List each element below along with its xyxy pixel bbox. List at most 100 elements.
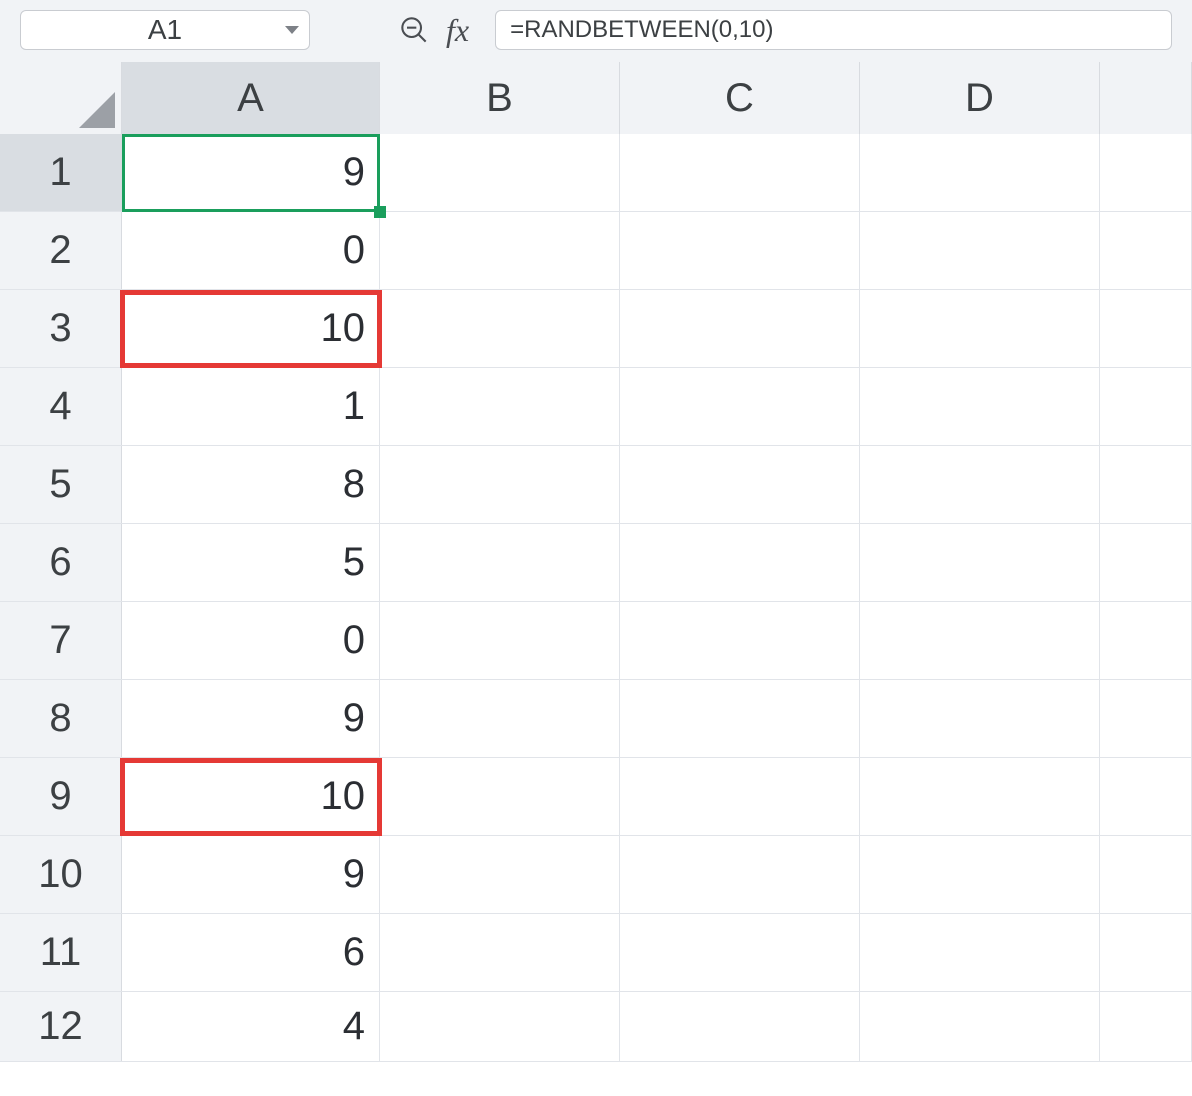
row-header-7[interactable]: 7 xyxy=(0,602,122,679)
cell-E9[interactable] xyxy=(1100,758,1192,835)
cell-D7[interactable] xyxy=(860,602,1100,679)
row-header-3[interactable]: 3 xyxy=(0,290,122,367)
name-box-value: A1 xyxy=(148,14,182,46)
cell-E4[interactable] xyxy=(1100,368,1192,445)
cell-B3[interactable] xyxy=(380,290,620,367)
row-header-5[interactable]: 5 xyxy=(0,446,122,523)
cell-C1[interactable] xyxy=(620,134,860,211)
cell-D3[interactable] xyxy=(860,290,1100,367)
cell-E2[interactable] xyxy=(1100,212,1192,289)
row-9: 9 10 xyxy=(0,758,1192,836)
cell-D8[interactable] xyxy=(860,680,1100,757)
column-headers: A B C D xyxy=(0,62,1192,134)
formula-bar-icons: fx xyxy=(400,14,469,46)
cell-B8[interactable] xyxy=(380,680,620,757)
row-header-10[interactable]: 10 xyxy=(0,836,122,913)
cell-D1[interactable] xyxy=(860,134,1100,211)
cell-A2[interactable]: 0 xyxy=(122,212,380,289)
cell-A11[interactable]: 6 xyxy=(122,914,380,991)
cell-E10[interactable] xyxy=(1100,836,1192,913)
row-header-6[interactable]: 6 xyxy=(0,524,122,601)
cell-D11[interactable] xyxy=(860,914,1100,991)
row-2: 2 0 xyxy=(0,212,1192,290)
cell-B11[interactable] xyxy=(380,914,620,991)
chevron-down-icon[interactable] xyxy=(285,26,299,34)
fx-icon[interactable]: fx xyxy=(446,14,469,46)
cell-E3[interactable] xyxy=(1100,290,1192,367)
cell-C12[interactable] xyxy=(620,992,860,1061)
row-header-12[interactable]: 12 xyxy=(0,992,122,1061)
cell-B4[interactable] xyxy=(380,368,620,445)
column-header-B[interactable]: B xyxy=(380,62,620,134)
cell-B12[interactable] xyxy=(380,992,620,1061)
zoom-out-icon[interactable] xyxy=(400,16,428,44)
cell-A5[interactable]: 8 xyxy=(122,446,380,523)
formula-bar: A1 fx =RANDBETWEEN(0,10) xyxy=(0,0,1192,62)
cell-D6[interactable] xyxy=(860,524,1100,601)
row-header-2[interactable]: 2 xyxy=(0,212,122,289)
cell-A7[interactable]: 0 xyxy=(122,602,380,679)
cell-A10[interactable]: 9 xyxy=(122,836,380,913)
cell-E1[interactable] xyxy=(1100,134,1192,211)
cell-D4[interactable] xyxy=(860,368,1100,445)
cell-E6[interactable] xyxy=(1100,524,1192,601)
column-header-E[interactable] xyxy=(1100,62,1192,134)
cell-A6[interactable]: 5 xyxy=(122,524,380,601)
cell-E11[interactable] xyxy=(1100,914,1192,991)
cell-B1[interactable] xyxy=(380,134,620,211)
row-header-11[interactable]: 11 xyxy=(0,914,122,991)
cell-A8[interactable]: 9 xyxy=(122,680,380,757)
row-5: 5 8 xyxy=(0,446,1192,524)
cell-C11[interactable] xyxy=(620,914,860,991)
cell-C9[interactable] xyxy=(620,758,860,835)
row-header-9[interactable]: 9 xyxy=(0,758,122,835)
formula-text: =RANDBETWEEN(0,10) xyxy=(510,16,773,44)
row-4: 4 1 xyxy=(0,368,1192,446)
row-7: 7 0 xyxy=(0,602,1192,680)
cell-E5[interactable] xyxy=(1100,446,1192,523)
cell-B10[interactable] xyxy=(380,836,620,913)
cell-B2[interactable] xyxy=(380,212,620,289)
cell-C6[interactable] xyxy=(620,524,860,601)
cell-E7[interactable] xyxy=(1100,602,1192,679)
cell-C2[interactable] xyxy=(620,212,860,289)
cell-D9[interactable] xyxy=(860,758,1100,835)
name-box[interactable]: A1 xyxy=(20,10,310,50)
cell-C4[interactable] xyxy=(620,368,860,445)
row-header-4[interactable]: 4 xyxy=(0,368,122,445)
column-header-C[interactable]: C xyxy=(620,62,860,134)
cell-B5[interactable] xyxy=(380,446,620,523)
row-header-1[interactable]: 1 xyxy=(0,134,122,211)
cell-B9[interactable] xyxy=(380,758,620,835)
row-12: 12 4 xyxy=(0,992,1192,1062)
cell-B7[interactable] xyxy=(380,602,620,679)
cell-A3[interactable]: 10 xyxy=(122,290,380,367)
cell-E12[interactable] xyxy=(1100,992,1192,1061)
row-6: 6 5 xyxy=(0,524,1192,602)
cell-E8[interactable] xyxy=(1100,680,1192,757)
cell-C8[interactable] xyxy=(620,680,860,757)
row-3: 3 10 xyxy=(0,290,1192,368)
cell-B6[interactable] xyxy=(380,524,620,601)
row-8: 8 9 xyxy=(0,680,1192,758)
formula-input[interactable]: =RANDBETWEEN(0,10) xyxy=(495,10,1172,50)
cell-C7[interactable] xyxy=(620,602,860,679)
row-1: 1 9 xyxy=(0,134,1192,212)
cell-A9[interactable]: 10 xyxy=(122,758,380,835)
column-header-D[interactable]: D xyxy=(860,62,1100,134)
cell-A1[interactable]: 9 xyxy=(122,134,380,211)
row-header-8[interactable]: 8 xyxy=(0,680,122,757)
cell-A4[interactable]: 1 xyxy=(122,368,380,445)
cell-C3[interactable] xyxy=(620,290,860,367)
cell-A12[interactable]: 4 xyxy=(122,992,380,1061)
select-all-corner[interactable] xyxy=(0,62,122,134)
row-11: 11 6 xyxy=(0,914,1192,992)
cell-D12[interactable] xyxy=(860,992,1100,1061)
cell-C5[interactable] xyxy=(620,446,860,523)
cell-C10[interactable] xyxy=(620,836,860,913)
cell-D10[interactable] xyxy=(860,836,1100,913)
column-header-A[interactable]: A xyxy=(122,62,380,134)
cell-D5[interactable] xyxy=(860,446,1100,523)
cell-D2[interactable] xyxy=(860,212,1100,289)
spreadsheet-grid: A B C D 1 9 2 0 3 10 4 1 5 8 xyxy=(0,62,1192,1096)
